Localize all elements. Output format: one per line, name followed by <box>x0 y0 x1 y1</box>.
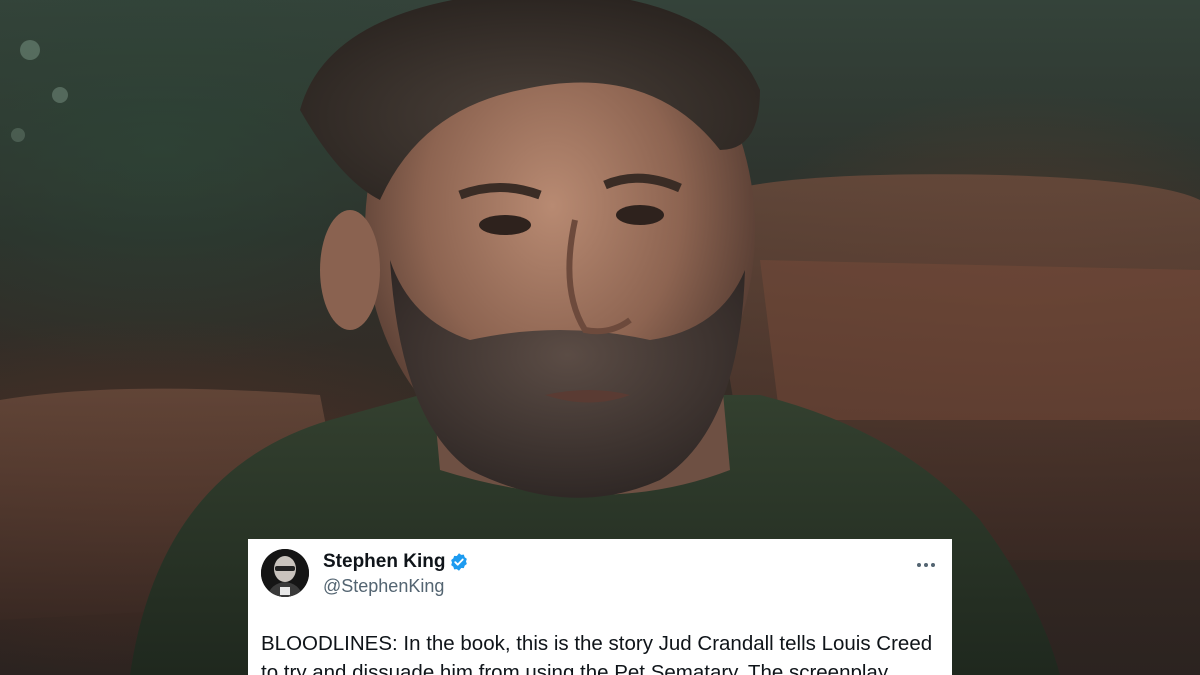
background-photo: Stephen King @StephenKing BLOODLINES: In… <box>0 0 1200 675</box>
tweet-text-line: to try and dissuade him from using the P… <box>261 661 889 675</box>
tweet-text-line: BLOODLINES: In the book, this is the sto… <box>261 632 933 655</box>
avatar-image <box>261 549 309 597</box>
avatar[interactable] <box>261 549 309 597</box>
author-name[interactable]: Stephen King <box>323 551 445 573</box>
author-info: Stephen King @StephenKing <box>323 551 469 597</box>
tweet-header: Stephen King @StephenKing <box>261 549 939 607</box>
verified-badge-icon <box>451 553 468 571</box>
author-handle[interactable]: @StephenKing <box>323 576 469 597</box>
tweet-text: BLOODLINES: In the book, this is the sto… <box>261 629 939 675</box>
tweet-card[interactable]: Stephen King @StephenKing BLOODLINES: In… <box>248 539 952 675</box>
more-horizontal-icon[interactable] <box>913 555 939 575</box>
